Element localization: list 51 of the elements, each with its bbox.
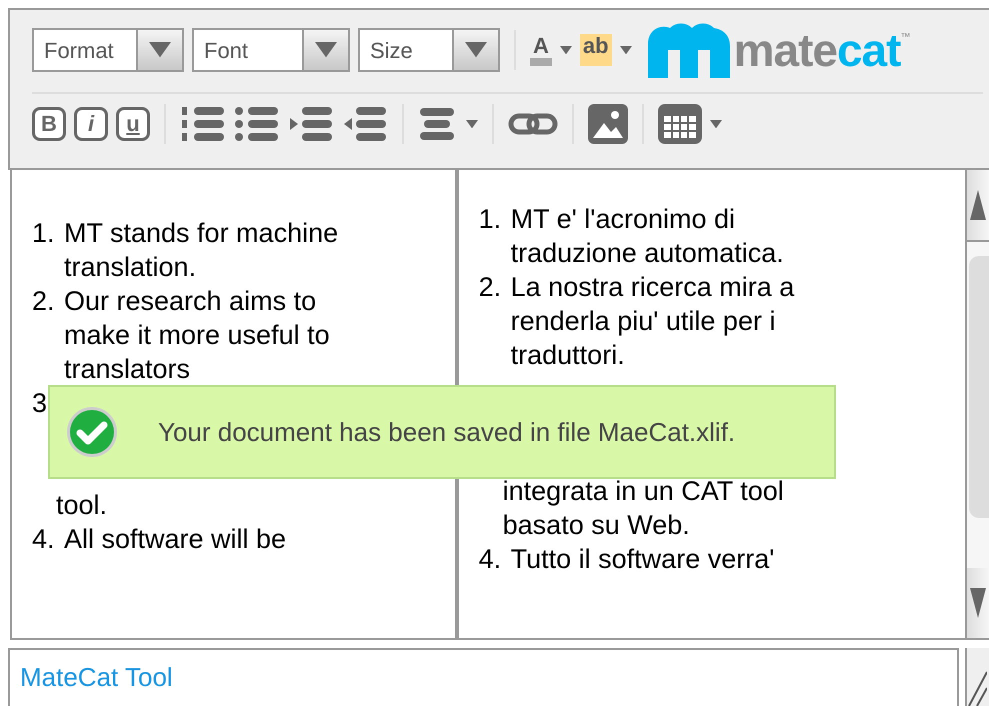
logo-text: matecat	[734, 23, 900, 77]
bold-button[interactable]: B	[32, 107, 66, 141]
list-number: 2.	[478, 271, 502, 304]
footer-field[interactable]: MateCat Tool	[8, 648, 959, 706]
scrollbar[interactable]	[965, 170, 989, 640]
dropdown[interactable]: Size	[358, 28, 500, 72]
text-line: MT e' l'acronimo di	[510, 203, 736, 236]
list-number: 2.	[32, 285, 56, 318]
caret-icon	[560, 46, 572, 54]
dropdown[interactable]: Font	[192, 28, 350, 72]
text-line: Our research aims to	[64, 285, 318, 318]
caret-icon	[710, 120, 722, 128]
text-line: La nostra ricerca mira a	[510, 271, 794, 304]
list-number: 4.	[32, 523, 56, 556]
indent-icon[interactable]	[288, 105, 334, 143]
table-icon[interactable]	[658, 104, 702, 144]
check-icon	[66, 406, 118, 458]
down-arrow-icon[interactable]	[970, 588, 986, 618]
outdent-icon[interactable]	[342, 105, 388, 143]
toast-message: Your document has been saved in file MaeCat.xlif.	[158, 416, 736, 448]
underline-button[interactable]: u	[116, 107, 150, 141]
image-icon[interactable]	[588, 104, 628, 144]
dropdown[interactable]: Format	[32, 28, 184, 72]
caret-icon	[465, 42, 487, 58]
bulleted-list-icon[interactable]	[234, 105, 280, 143]
link-icon[interactable]	[508, 113, 558, 135]
text-line: Tutto il software verra'	[510, 543, 774, 576]
text-line: traduzione automatica.	[510, 237, 784, 270]
caret-icon	[149, 42, 171, 58]
caret-icon	[620, 46, 632, 54]
text-line: All software will be	[64, 523, 286, 556]
text-line: traduttori.	[510, 339, 626, 372]
list-number: 4.	[478, 543, 502, 576]
text-line: make it more useful to	[64, 319, 330, 352]
text-line: basato su Web.	[502, 509, 691, 542]
text-line: MT stands for machine	[64, 217, 338, 250]
text-line: renderla piu' utile per i	[510, 305, 776, 338]
text-line: translators	[64, 353, 192, 386]
text-line: tool.	[56, 489, 108, 522]
list-number: 1.	[478, 203, 502, 236]
list-number: 1.	[32, 217, 56, 250]
trademark: ™	[900, 32, 910, 43]
numbered-list-icon[interactable]	[180, 105, 226, 143]
text-line: translation.	[64, 251, 198, 284]
highlight-icon[interactable]: ab	[580, 34, 612, 66]
up-arrow-icon[interactable]	[970, 190, 986, 220]
text-line: integrata in un CAT tool	[502, 475, 784, 508]
italic-button[interactable]: i	[74, 107, 108, 141]
caret-icon	[466, 120, 478, 128]
caret-icon	[315, 42, 337, 58]
link[interactable]: MateCat Tool	[20, 662, 173, 692]
